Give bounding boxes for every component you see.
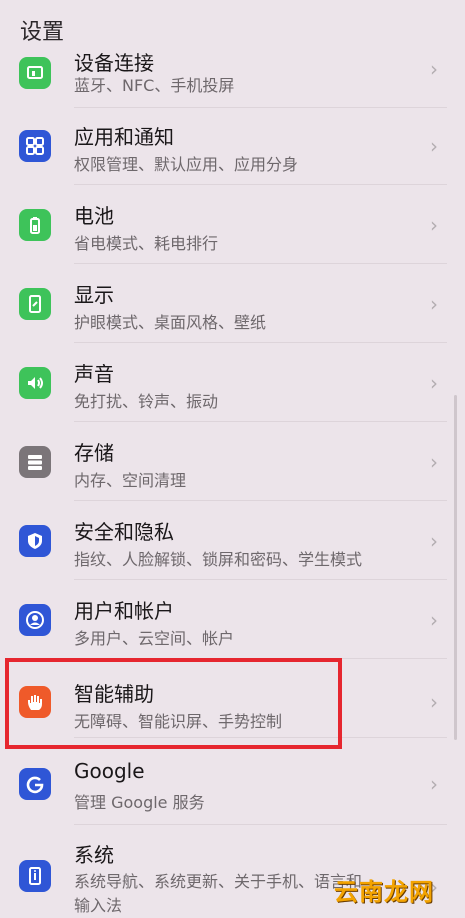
chevron-right-icon: › xyxy=(430,529,438,553)
page-title: 设置 xyxy=(20,20,65,45)
google-icon xyxy=(19,768,51,800)
device-connect-icon xyxy=(19,57,51,89)
item-title: 声音 xyxy=(74,362,114,386)
settings-item-google[interactable]: Google 管理 Google 服务 › xyxy=(0,746,465,825)
item-title: 显示 xyxy=(74,283,114,307)
item-subtitle: 省电模式、耗电排行 xyxy=(74,234,219,253)
sound-icon xyxy=(19,367,51,399)
item-subtitle: 内存、空间清理 xyxy=(74,471,187,490)
apps-icon xyxy=(19,130,51,162)
settings-item-display[interactable]: 显示 护眼模式、桌面风格、壁纸 › xyxy=(0,264,465,343)
chevron-right-icon: › xyxy=(430,57,438,81)
chevron-right-icon: › xyxy=(430,608,438,632)
item-subtitle: 权限管理、默认应用、应用分身 xyxy=(74,155,299,174)
settings-item-sound[interactable]: 声音 免打扰、铃声、振动 › xyxy=(0,343,465,422)
item-subtitle: 免打扰、铃声、振动 xyxy=(74,392,219,411)
item-title: 应用和通知 xyxy=(74,125,174,149)
chevron-right-icon: › xyxy=(430,450,438,474)
system-phone-icon xyxy=(19,860,51,892)
settings-item-security-privacy[interactable]: 安全和隐私 指纹、人脸解锁、锁屏和密码、学生模式 › xyxy=(0,501,465,580)
item-title: 系统 xyxy=(74,843,114,867)
chevron-right-icon: › xyxy=(430,772,438,796)
display-icon xyxy=(19,288,51,320)
item-title: Google xyxy=(74,759,145,783)
chevron-right-icon: › xyxy=(430,292,438,316)
user-icon xyxy=(19,604,51,636)
item-subtitle: 管理 Google 服务 xyxy=(74,793,205,812)
storage-icon xyxy=(19,446,51,478)
settings-item-storage[interactable]: 存储 内存、空间清理 › xyxy=(0,422,465,501)
settings-item-apps[interactable]: 应用和通知 权限管理、默认应用、应用分身 › xyxy=(0,106,465,185)
item-title: 安全和隐私 xyxy=(74,520,174,544)
highlight-box xyxy=(5,658,342,749)
scrollbar[interactable] xyxy=(454,395,457,740)
item-subtitle: 系统导航、系统更新、关于手机、语言和输入法 xyxy=(74,872,363,915)
settings-item-users-accounts[interactable]: 用户和帐户 多用户、云空间、帐户 › xyxy=(0,580,465,659)
item-title: 用户和帐户 xyxy=(74,599,174,623)
item-subtitle: 护眼模式、桌面风格、壁纸 xyxy=(74,313,267,332)
item-subtitle: 指纹、人脸解锁、锁屏和密码、学生模式 xyxy=(74,550,363,569)
watermark-text: 云南龙网 xyxy=(334,878,434,906)
item-subtitle: 多用户、云空间、帐户 xyxy=(74,629,235,648)
settings-item-battery[interactable]: 电池 省电模式、耗电排行 › xyxy=(0,185,465,264)
security-shield-icon xyxy=(19,525,51,557)
chevron-right-icon: › xyxy=(430,371,438,395)
chevron-right-icon: › xyxy=(430,690,438,714)
item-title: 电池 xyxy=(74,204,114,228)
top-app-bar: 设置 xyxy=(0,0,465,52)
battery-icon xyxy=(19,209,51,241)
chevron-right-icon: › xyxy=(430,213,438,237)
item-title: 存储 xyxy=(74,441,114,465)
chevron-right-icon: › xyxy=(430,134,438,158)
item-subtitle: 蓝牙、NFC、手机投屏 xyxy=(74,76,235,95)
